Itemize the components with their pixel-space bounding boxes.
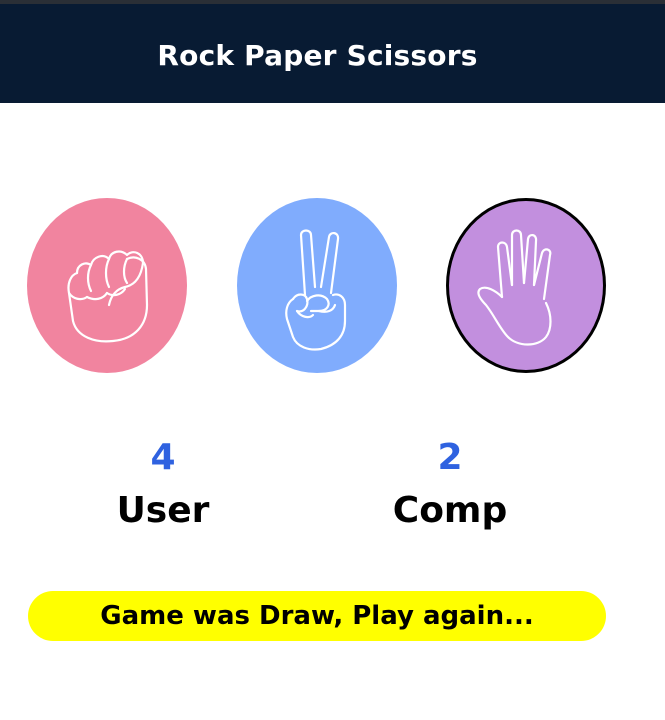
app-header: Rock Paper Scissors bbox=[0, 4, 665, 103]
scissors-peace-icon bbox=[285, 228, 347, 351]
user-score-label: User bbox=[116, 490, 210, 531]
choice-scissors[interactable] bbox=[237, 198, 397, 373]
choice-paper[interactable] bbox=[446, 198, 606, 373]
result-message: Game was Draw, Play again... bbox=[28, 591, 606, 641]
choice-rock[interactable] bbox=[27, 198, 187, 373]
user-score-value: 4 bbox=[150, 437, 176, 478]
result-message-text: Game was Draw, Play again... bbox=[100, 601, 534, 631]
paper-hand-icon bbox=[477, 228, 552, 346]
user-score-panel: 4 User bbox=[63, 436, 263, 536]
comp-score-panel: 2 Comp bbox=[350, 436, 550, 536]
comp-score-label: Comp bbox=[392, 490, 508, 531]
rock-fist-icon bbox=[67, 249, 149, 342]
page-title: Rock Paper Scissors bbox=[157, 39, 478, 72]
comp-score-value: 2 bbox=[437, 437, 463, 478]
